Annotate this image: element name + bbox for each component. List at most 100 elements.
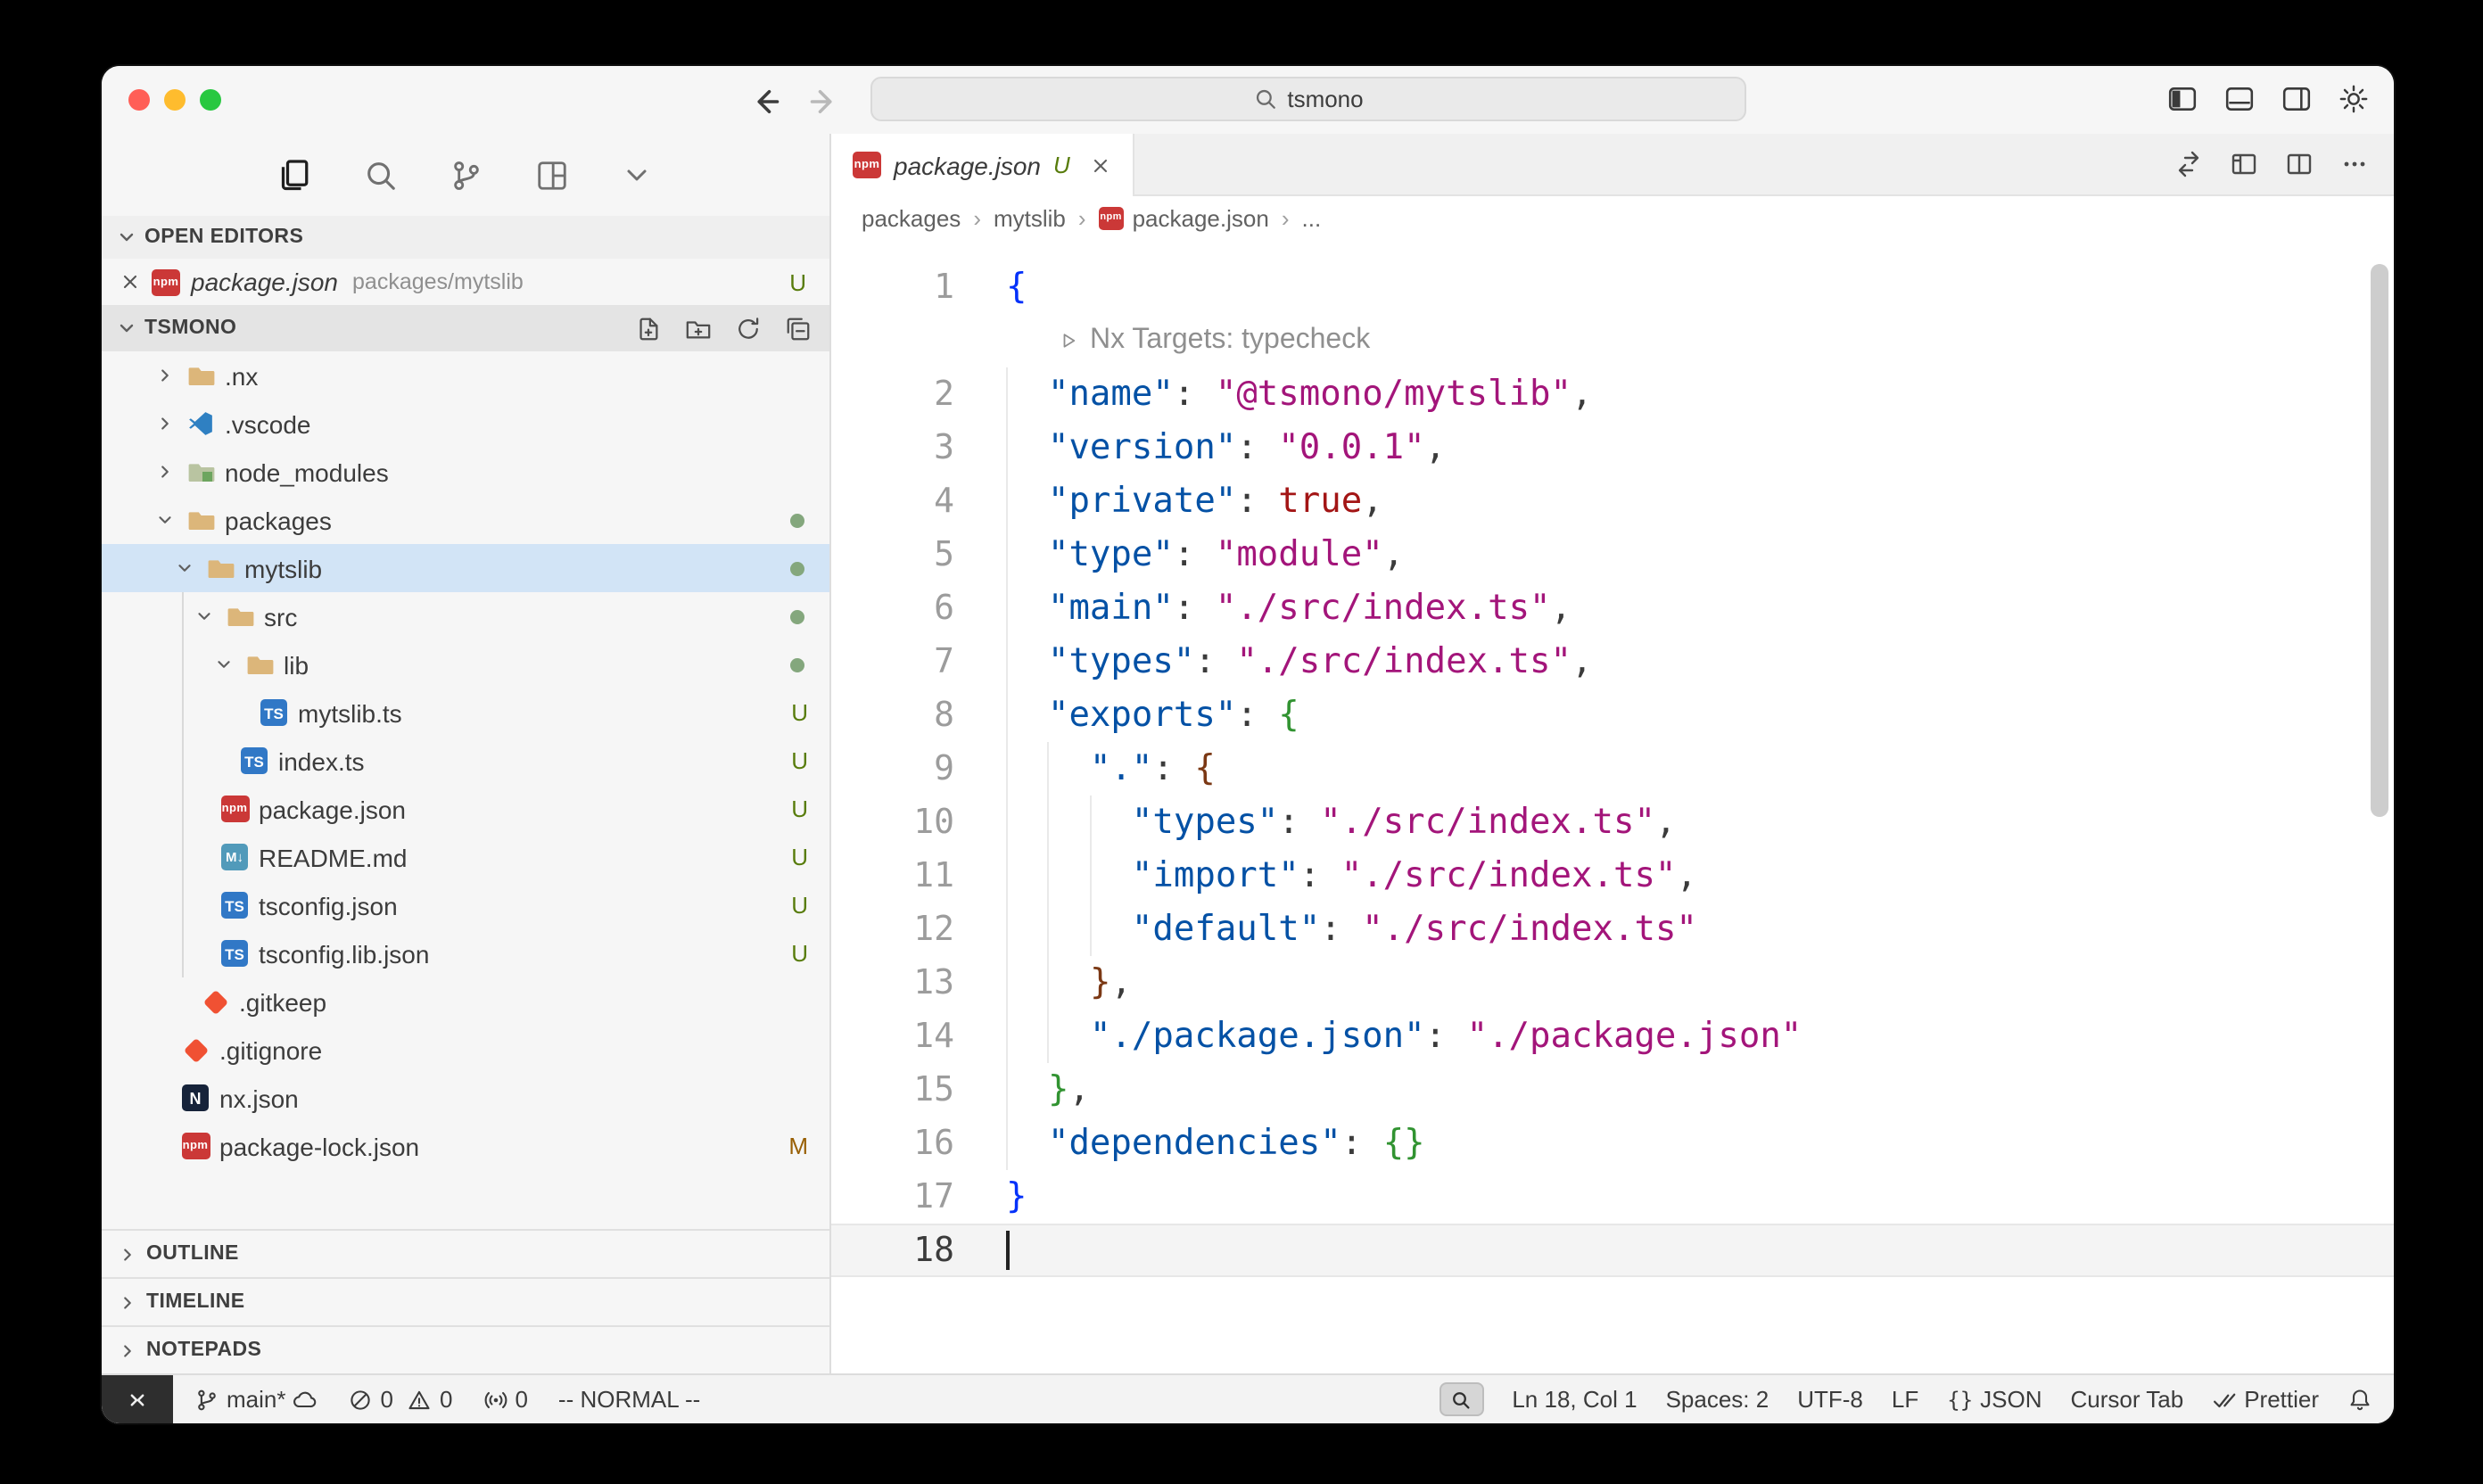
code-line-6[interactable]: 6 "main": "./src/index.ts", bbox=[831, 581, 2394, 635]
code-line-13[interactable]: 13 }, bbox=[831, 956, 2394, 1010]
new-file-button[interactable] bbox=[635, 315, 662, 342]
command-center-search[interactable]: tsmono bbox=[870, 77, 1746, 121]
npm-file-icon: npm bbox=[180, 1131, 210, 1161]
indent-guide bbox=[1006, 688, 1008, 742]
tree-item-tsconfig.json[interactable]: TStsconfig.jsonU bbox=[102, 881, 829, 929]
tree-item-.nx[interactable]: .nx bbox=[102, 351, 829, 400]
sidebar-section-notepads[interactable]: NOTEPADS bbox=[102, 1325, 829, 1373]
more-editor-actions-button[interactable] bbox=[2340, 150, 2369, 178]
refresh-explorer-button[interactable] bbox=[735, 315, 762, 342]
tree-item-label: index.ts bbox=[278, 746, 365, 775]
zoom-indicator[interactable] bbox=[1439, 1382, 1483, 1416]
project-section-header[interactable]: TSMONO bbox=[102, 305, 829, 351]
code-editor[interactable]: 1{Nx Targets: typecheck2 "name": "@tsmon… bbox=[831, 239, 2394, 1373]
indentation-status[interactable]: Spaces: 2 bbox=[1666, 1386, 1769, 1413]
scrollbar-thumb[interactable] bbox=[2371, 264, 2388, 817]
encoding-status[interactable]: UTF-8 bbox=[1797, 1386, 1863, 1413]
code-line-16[interactable]: 16 "dependencies": {} bbox=[831, 1117, 2394, 1170]
tree-item-node_modules[interactable]: node_modules bbox=[102, 448, 829, 496]
minimize-window-button[interactable] bbox=[164, 89, 186, 111]
search-view-button[interactable] bbox=[360, 155, 400, 194]
formatter-status[interactable]: Prettier bbox=[2212, 1386, 2319, 1413]
tree-item-mytslib.ts[interactable]: TSmytslib.tsU bbox=[102, 688, 829, 737]
tree-item-src[interactable]: src bbox=[102, 592, 829, 640]
cursor-tab-status[interactable]: Cursor Tab bbox=[2071, 1386, 2184, 1413]
tree-item-tsconfig.lib.json[interactable]: TStsconfig.lib.jsonU bbox=[102, 929, 829, 977]
tree-item-README.md[interactable]: M↓README.mdU bbox=[102, 833, 829, 881]
navigate-back-button[interactable] bbox=[744, 80, 787, 123]
code-line-14[interactable]: 14 "./package.json": "./package.json" bbox=[831, 1010, 2394, 1063]
code-line-18[interactable]: 18 bbox=[831, 1224, 2394, 1277]
tree-item-package.json[interactable]: npmpackage.jsonU bbox=[102, 785, 829, 833]
eol-status[interactable]: LF bbox=[1892, 1386, 1918, 1413]
code-line-11[interactable]: 11 "import": "./src/index.ts", bbox=[831, 849, 2394, 903]
toggle-panel-button[interactable] bbox=[2224, 84, 2255, 114]
settings-button[interactable] bbox=[2339, 84, 2369, 114]
breadcrumb-item-package-json[interactable]: npmpackage.json bbox=[1099, 204, 1269, 231]
tree-item-.gitignore[interactable]: .gitignore bbox=[102, 1026, 829, 1074]
vim-mode-indicator[interactable]: -- NORMAL -- bbox=[558, 1386, 700, 1413]
toggle-secondary-sidebar-button[interactable] bbox=[2281, 84, 2312, 114]
tree-item-.gitkeep[interactable]: .gitkeep bbox=[102, 977, 829, 1026]
breadcrumb-item-packages[interactable]: packages bbox=[862, 204, 961, 231]
codelens-nx-targets[interactable]: Nx Targets: typecheck bbox=[831, 314, 2394, 367]
collapse-folders-button[interactable] bbox=[785, 315, 812, 342]
open-editors-header[interactable]: OPEN EDITORS bbox=[102, 216, 829, 259]
open-changes-button[interactable] bbox=[2230, 150, 2258, 178]
more-views-button[interactable] bbox=[617, 155, 656, 194]
tree-item-index.ts[interactable]: TSindex.tsU bbox=[102, 737, 829, 785]
extensions-view-button[interactable] bbox=[532, 155, 571, 194]
split-editor-icon bbox=[2285, 150, 2314, 178]
toggle-primary-sidebar-button[interactable] bbox=[2167, 84, 2198, 114]
tab-package-json[interactable]: npm package.json U bbox=[831, 134, 1134, 196]
code-line-3[interactable]: 3 "version": "0.0.1", bbox=[831, 421, 2394, 474]
tree-item-package-lock.json[interactable]: npmpackage-lock.jsonM bbox=[102, 1122, 829, 1170]
tree-item-packages[interactable]: packages bbox=[102, 496, 829, 544]
ts-file-icon: TS bbox=[219, 890, 250, 920]
close-tab-button[interactable] bbox=[1090, 154, 1111, 176]
new-folder-button[interactable] bbox=[685, 315, 712, 342]
explorer-view-button[interactable] bbox=[275, 155, 314, 194]
sidebar-section-timeline[interactable]: TIMELINE bbox=[102, 1277, 829, 1325]
code-line-5[interactable]: 5 "type": "module", bbox=[831, 528, 2394, 581]
ports-status[interactable]: 0 bbox=[483, 1386, 527, 1413]
maximize-window-button[interactable] bbox=[200, 89, 221, 111]
git-changes-dot bbox=[790, 609, 804, 623]
split-editor-button[interactable] bbox=[2285, 150, 2314, 178]
code-line-15[interactable]: 15 }, bbox=[831, 1063, 2394, 1117]
breadcrumb-item--[interactable]: ... bbox=[1302, 204, 1322, 231]
close-window-button[interactable] bbox=[128, 89, 150, 111]
code-line-7[interactable]: 7 "types": "./src/index.ts", bbox=[831, 635, 2394, 688]
source-control-view-button[interactable] bbox=[446, 155, 485, 194]
indent-guide bbox=[1006, 956, 1008, 1010]
tree-item-mytslib[interactable]: mytslib bbox=[102, 544, 829, 592]
code-line-10[interactable]: 10 "types": "./src/index.ts", bbox=[831, 796, 2394, 849]
breadcrumb-item-mytslib[interactable]: mytslib bbox=[994, 204, 1066, 231]
code-line-2[interactable]: 2 "name": "@tsmono/mytslib", bbox=[831, 367, 2394, 421]
problems-status[interactable]: 0 0 bbox=[349, 1386, 453, 1413]
new-folder-icon bbox=[685, 315, 712, 342]
navigate-forward-button[interactable] bbox=[803, 80, 846, 123]
sidebar-section-outline[interactable]: OUTLINE bbox=[102, 1229, 829, 1277]
tree-item-label: src bbox=[264, 602, 297, 631]
code-line-8[interactable]: 8 "exports": { bbox=[831, 688, 2394, 742]
open-editor-item-package-json[interactable]: npm package.json packages/mytslib U bbox=[102, 259, 829, 305]
compare-changes-button[interactable] bbox=[2174, 150, 2203, 178]
branch-name: main* bbox=[227, 1386, 286, 1413]
cursor-position-status[interactable]: Ln 18, Col 1 bbox=[1512, 1386, 1637, 1413]
remote-indicator[interactable] bbox=[102, 1375, 173, 1423]
language-mode-status[interactable]: {} JSON bbox=[1947, 1386, 2042, 1413]
code-line-1[interactable]: 1{ bbox=[831, 260, 2394, 314]
code-line-9[interactable]: 9 ".": { bbox=[831, 742, 2394, 796]
git-branch-status[interactable]: main* bbox=[194, 1386, 318, 1413]
code-line-17[interactable]: 17} bbox=[831, 1170, 2394, 1224]
tree-item-lib[interactable]: lib bbox=[102, 640, 829, 688]
close-editor-icon[interactable] bbox=[120, 271, 141, 293]
notifications-button[interactable] bbox=[2347, 1387, 2372, 1412]
tree-item-nx.json[interactable]: Nnx.json bbox=[102, 1074, 829, 1122]
tree-item-.vscode[interactable]: .vscode bbox=[102, 400, 829, 448]
line-content: "types": "./src/index.ts", bbox=[954, 796, 1676, 849]
code-line-4[interactable]: 4 "private": true, bbox=[831, 474, 2394, 528]
line-content: } bbox=[954, 1170, 1027, 1224]
code-line-12[interactable]: 12 "default": "./src/index.ts" bbox=[831, 903, 2394, 956]
